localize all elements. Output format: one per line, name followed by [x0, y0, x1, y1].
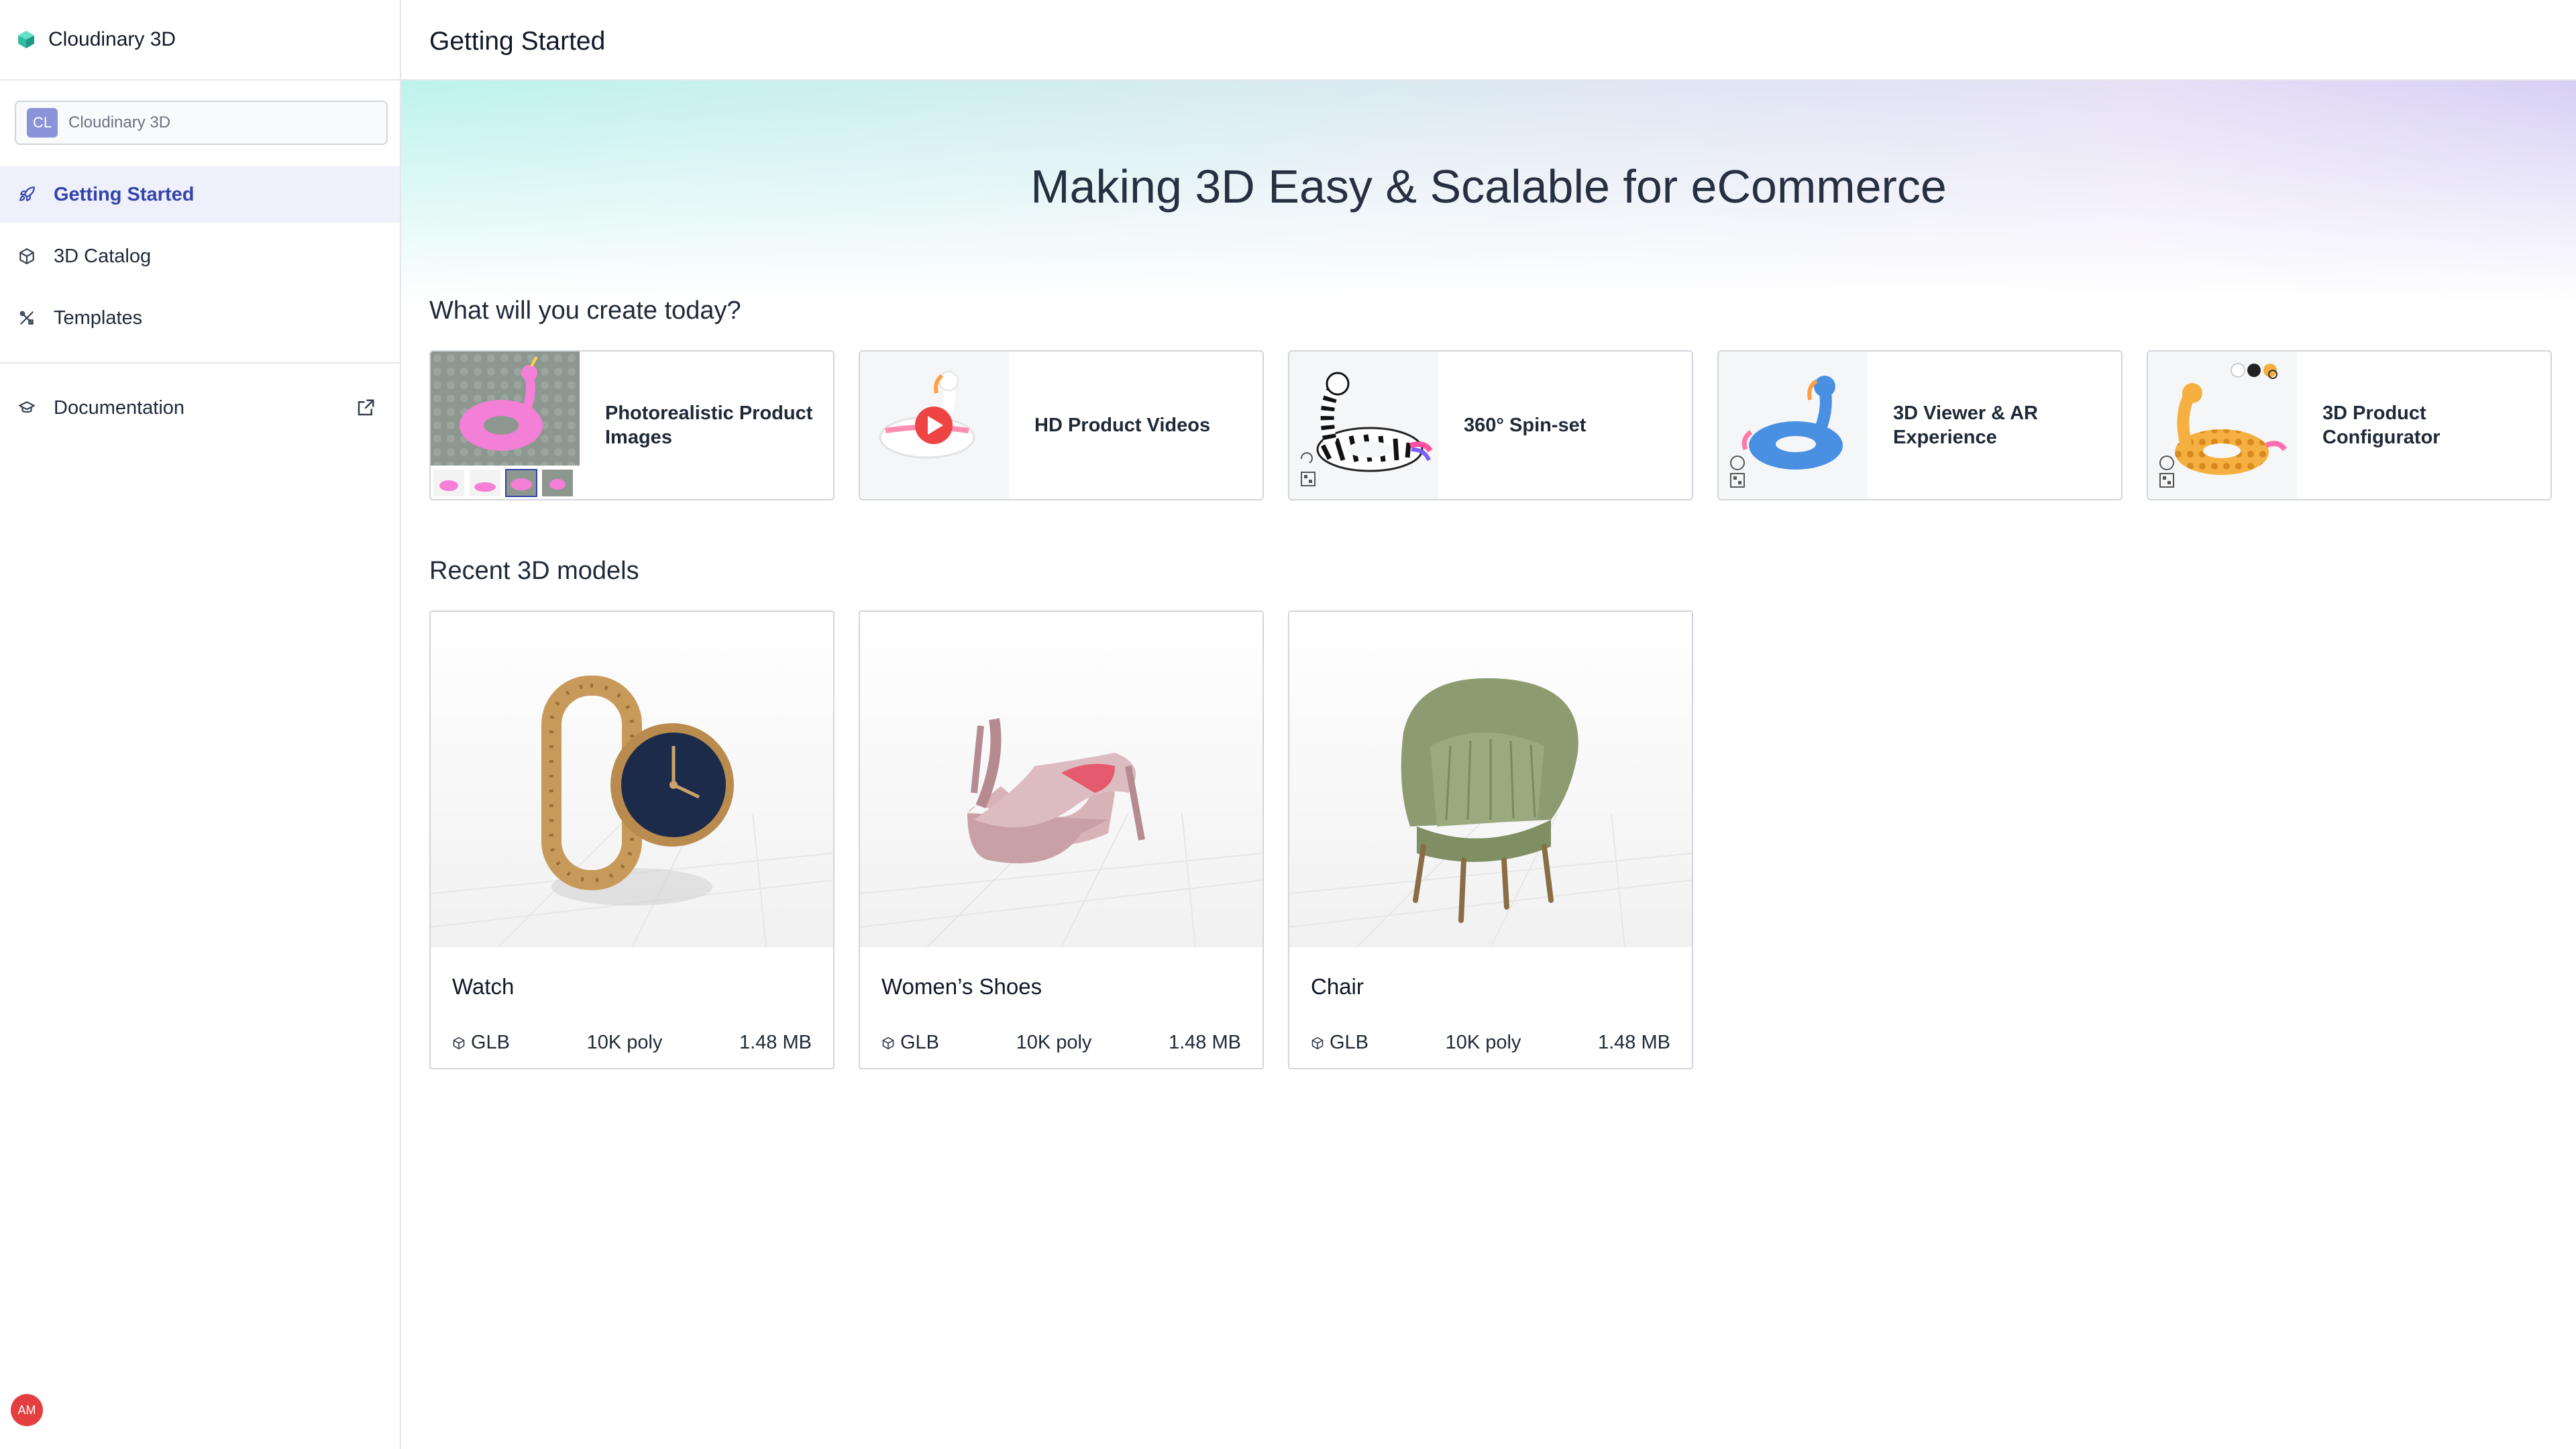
model-name: Women’s Shoes [881, 974, 1042, 999]
product-videos-thumbnail [860, 352, 1009, 499]
model-size: 1.48 MB [1168, 1032, 1241, 1053]
create-section-title: What will you create today? [429, 297, 741, 325]
create-card-product-videos[interactable]: HD Product Videos [859, 350, 1264, 500]
workspace-name: Cloudinary 3D [68, 113, 171, 131]
graduation-cap-icon [17, 398, 36, 417]
create-card-product-images[interactable]: Photorealistic Product Images [429, 350, 835, 500]
tools-icon [17, 309, 36, 327]
womens-shoes-thumbnail [860, 612, 1263, 948]
model-card-watch[interactable]: Watch GLB 10K poly 1.48 MB [429, 610, 835, 1069]
sidebar-divider [0, 79, 401, 80]
create-card-label: 3D Product Configurator [2322, 402, 2440, 448]
sidebar: Cloudinary 3D CL Cloudinary 3D Getting S… [0, 0, 401, 1449]
create-card-label: Photorealistic Product Images [605, 402, 813, 448]
workspace-selector[interactable]: CL Cloudinary 3D [15, 101, 388, 145]
model-poly: 10K poly [586, 1032, 663, 1053]
model-meta: GLB 10K poly 1.48 MB [452, 1032, 812, 1054]
create-card-label: HD Product Videos [1034, 414, 1211, 436]
model-meta: GLB 10K poly 1.48 MB [1311, 1032, 1670, 1054]
create-card-label: 3D Viewer & AR Experience [1893, 402, 2038, 448]
model-card-chair[interactable]: Chair GLB 10K poly 1.48 MB [1288, 610, 1693, 1069]
sidebar-item-getting-started[interactable]: Getting Started [0, 166, 400, 223]
model-format-label: GLB [471, 1032, 511, 1053]
rocket-icon [17, 185, 36, 204]
model-poly: 10K poly [1445, 1032, 1521, 1053]
create-card-spin-set[interactable]: 360° Spin-set [1288, 350, 1693, 500]
model-name: Chair [1311, 974, 1364, 999]
app-name: Cloudinary 3D [48, 28, 176, 50]
recent-section-title: Recent 3D models [429, 557, 639, 585]
header: Getting Started [401, 0, 2576, 80]
model-size: 1.48 MB [739, 1032, 812, 1053]
user-avatar[interactable]: AM [11, 1394, 43, 1426]
product-images-thumbnail [431, 352, 580, 499]
sidebar-item-label: 3D Catalog [54, 245, 152, 267]
create-card-viewer-ar[interactable]: 3D Viewer & AR Experience [1717, 350, 2123, 500]
hero-banner: Making 3D Easy & Scalable for eCommerce [401, 80, 2576, 302]
external-link-icon [358, 399, 374, 416]
model-poly: 10K poly [1016, 1032, 1092, 1053]
chair-thumbnail [1289, 612, 1692, 948]
model-format-label: GLB [1330, 1032, 1369, 1053]
brand[interactable]: Cloudinary 3D [16, 27, 176, 52]
app-root: Cloudinary 3D CL Cloudinary 3D Getting S… [0, 0, 2576, 1449]
model-name: Watch [452, 974, 515, 999]
model-card-womens-shoes[interactable]: Women’s Shoes GLB 10K poly 1.48 MB [859, 610, 1264, 1069]
configurator-thumbnail [2148, 352, 2297, 499]
cube-icon [1311, 1036, 1324, 1049]
main-content: Making 3D Easy & Scalable for eCommerce … [401, 80, 2576, 1449]
sidebar-divider [0, 362, 401, 364]
viewer-ar-thumbnail [1719, 352, 1868, 499]
sidebar-item-documentation[interactable]: Documentation [0, 380, 400, 436]
model-format-label: GLB [900, 1032, 940, 1053]
model-size: 1.48 MB [1597, 1032, 1670, 1053]
sidebar-item-label: Getting Started [54, 183, 195, 205]
watch-thumbnail [431, 612, 833, 948]
sidebar-item-3d-catalog[interactable]: 3D Catalog [0, 228, 400, 284]
workspace-badge: CL [27, 108, 58, 138]
cube-icon [17, 247, 36, 266]
model-format: GLB [1311, 1032, 1368, 1054]
sidebar-item-label: Templates [54, 307, 143, 329]
page-title: Getting Started [429, 27, 606, 56]
cube-icon [453, 1036, 465, 1049]
create-card-configurator[interactable]: 3D Product Configurator [2147, 350, 2552, 500]
spin-set-thumbnail [1289, 352, 1438, 499]
model-meta: GLB 10K poly 1.48 MB [881, 1032, 1241, 1054]
cloudinary-logo-icon [18, 31, 34, 48]
hero-title: Making 3D Easy & Scalable for eCommerce [1030, 160, 1947, 213]
model-format: GLB [881, 1032, 939, 1054]
model-format: GLB [452, 1032, 510, 1054]
sidebar-item-label: Documentation [54, 396, 185, 419]
sidebar-item-templates[interactable]: Templates [0, 290, 400, 346]
create-card-label: 360° Spin-set [1464, 414, 1587, 436]
cube-icon [882, 1036, 894, 1049]
